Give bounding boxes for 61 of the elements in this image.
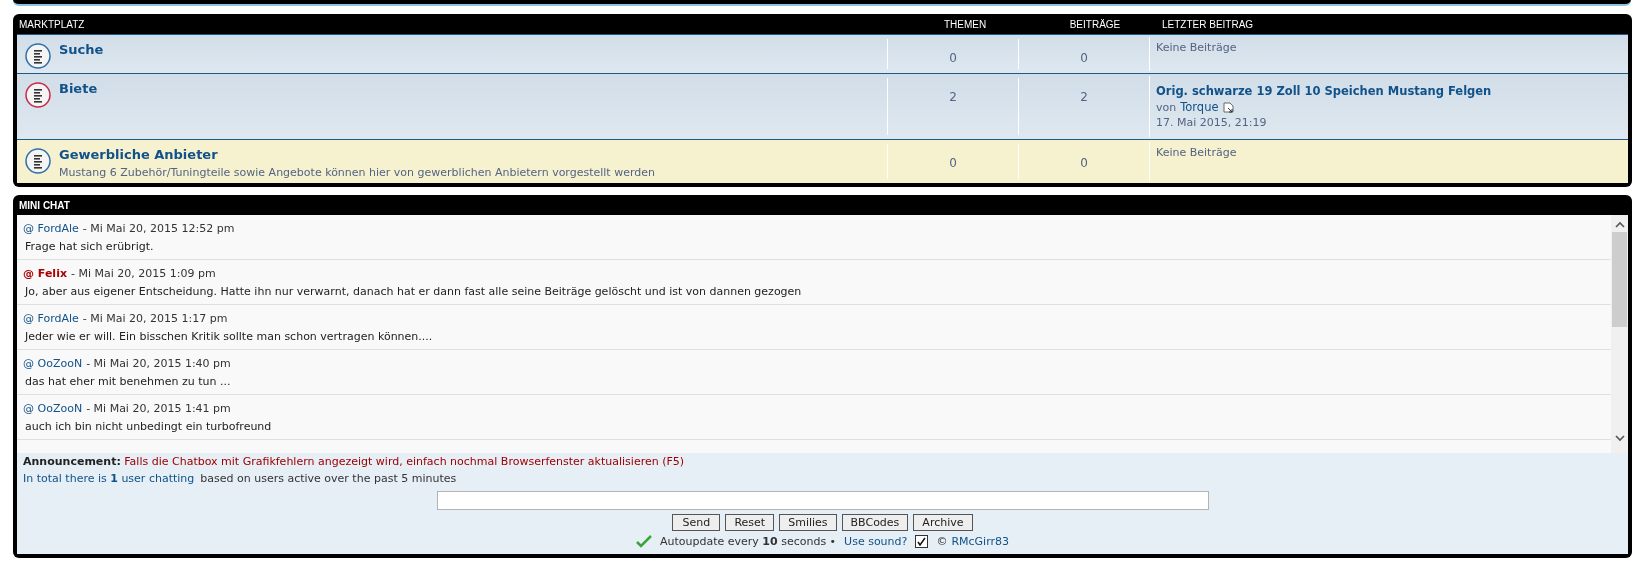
- scroll-down-icon[interactable]: [1613, 433, 1626, 443]
- chat-username[interactable]: @ OoZooN: [23, 357, 83, 370]
- last-post-link[interactable]: Orig. schwarze 19 Zoll 10 Speichen Mustang Felgen: [1156, 84, 1492, 98]
- announcement: Announcement: Falls die Chatbox mit Grafikfehlern angezeigt wird, einfach nochmal Browserfenster aktualisieren (F5): [23, 455, 686, 468]
- checkmark-icon: [635, 535, 652, 548]
- section-title: MINI CHAT: [18, 199, 70, 211]
- forum-description: Mustang 6 Zubehör/Tuningteile sowie Angebote können hier von gewerblichen Anbietern vorgestellt werden: [59, 166, 655, 179]
- no-posts-text: Keine Beiträge: [1156, 41, 1238, 54]
- message-time: - Mi Mai 20, 2015 12:52 pm: [82, 222, 235, 235]
- by-label: von: [1156, 100, 1177, 114]
- topic-count: 0: [887, 144, 1018, 179]
- chat-button[interactable]: Reset: [725, 514, 775, 531]
- forum-icon: [25, 148, 51, 174]
- scroll-up-icon[interactable]: [1613, 220, 1626, 230]
- topic-count: 0: [887, 39, 1018, 69]
- sound-checkbox[interactable]: [915, 535, 929, 548]
- forum-title[interactable]: Biete: [59, 81, 98, 96]
- chat-button[interactable]: Smilies: [779, 514, 837, 531]
- chat-message: das hat eher mit benehmen zu tun ...: [24, 375, 232, 388]
- sound-label: Use sound?: [844, 535, 908, 548]
- forum-row[interactable]: Biete 2 2 Orig. schwarze 19 Zoll 10 Speichen Mustang Felgen von Torque 17. Mai 2015, 21:19: [17, 73, 1628, 139]
- online-note: based on users active over the past 5 minutes: [200, 472, 457, 485]
- column-header: BEITRÄGE: [1068, 18, 1122, 30]
- section-title: MARKTPLATZ: [18, 18, 86, 30]
- forum-row[interactable]: Suche 0 0 Keine Beiträge: [17, 34, 1628, 73]
- chat-message: auch ich bin nicht unbedingt ein turbofreund: [24, 420, 273, 433]
- forum-icon: [25, 43, 51, 69]
- scrollbar[interactable]: [1611, 215, 1628, 453]
- column-header: THEMEN: [942, 18, 988, 30]
- message-time: - Mi Mai 20, 2015 1:40 pm: [86, 357, 231, 370]
- chat-button[interactable]: Send: [672, 514, 721, 531]
- autoupdate-text: Autoupdate every 10 seconds •: [659, 535, 837, 548]
- chat-username[interactable]: @ Felix: [23, 267, 67, 280]
- copyright-sign: ©: [936, 535, 948, 548]
- column-header: LETZTER BEITRAG: [1161, 18, 1255, 30]
- chat-button[interactable]: Archive: [913, 514, 973, 531]
- post-count: 2: [1018, 78, 1149, 135]
- chat-username[interactable]: @ OoZooN: [23, 402, 83, 415]
- online-count: In total there is 1 user chatting: [23, 472, 195, 485]
- post-count: 0: [1018, 39, 1149, 69]
- message-time: - Mi Mai 20, 2015 1:17 pm: [82, 312, 228, 325]
- message-input[interactable]: [436, 491, 1209, 510]
- topic-count: 2: [887, 78, 1018, 135]
- chat-message: Jo, aber aus eigener Entscheidung. Hatte ihn nur verwarnt, danach hat er dann fast alle seine Beiträge gelöscht und ist von dannen gezogen: [23, 285, 803, 298]
- view-post-icon[interactable]: [1222, 101, 1234, 113]
- author-link[interactable]: Torque: [1180, 100, 1219, 114]
- no-posts-text: Keine Beiträge: [1156, 146, 1238, 159]
- message-time: - Mi Mai 20, 2015 1:41 pm: [86, 402, 231, 415]
- chat-message: Jeder wie er will. Ein bisschen Kritik sollte man schon vertragen können....: [23, 330, 434, 343]
- post-count: 0: [1018, 144, 1149, 179]
- chat-message: Frage hat sich erübrigt.: [24, 240, 155, 253]
- author-link[interactable]: RMcGirr83: [951, 535, 1009, 548]
- forum-row[interactable]: Gewerbliche Anbieter Mustang 6 Zubehör/Tuningteile sowie Angebote können hier von gewerblichen Anbietern vorgestellt werden 0 0 Keine Beiträge: [17, 139, 1628, 183]
- chat-button[interactable]: BBCodes: [841, 514, 909, 531]
- forum-title[interactable]: Suche: [59, 42, 104, 57]
- chat-username[interactable]: @ FordAle: [23, 222, 79, 235]
- message-time: - Mi Mai 20, 2015 1:09 pm: [71, 267, 216, 280]
- forum-icon: [25, 82, 51, 108]
- post-date: 17. Mai 2015, 21:19: [1156, 116, 1268, 129]
- forum-title[interactable]: Gewerbliche Anbieter: [59, 147, 218, 162]
- chat-username[interactable]: @ FordAle: [23, 312, 79, 325]
